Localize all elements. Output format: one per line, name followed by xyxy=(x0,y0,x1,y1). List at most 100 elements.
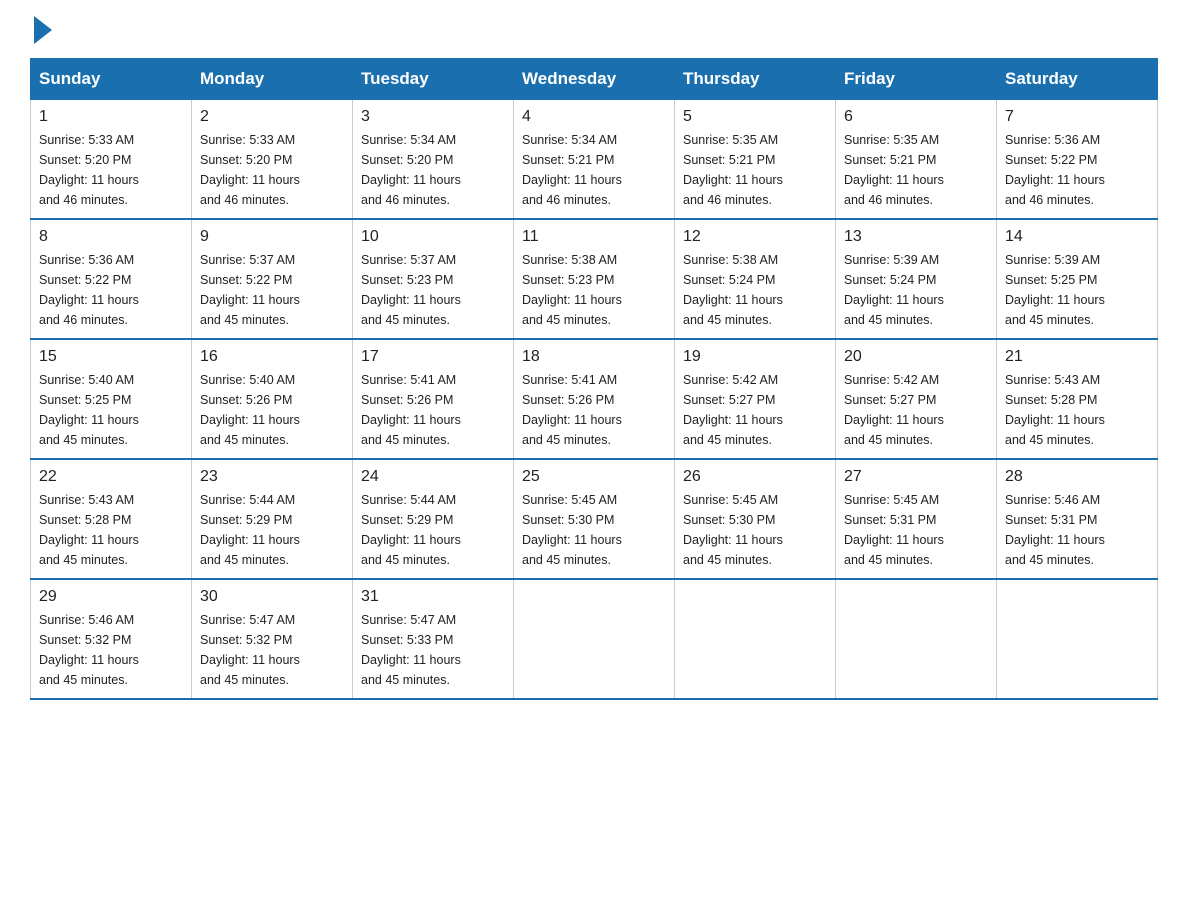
calendar-cell: 3 Sunrise: 5:34 AM Sunset: 5:20 PM Dayli… xyxy=(353,100,514,220)
day-info: Sunrise: 5:41 AM Sunset: 5:26 PM Dayligh… xyxy=(522,370,666,450)
calendar-cell: 28 Sunrise: 5:46 AM Sunset: 5:31 PM Dayl… xyxy=(997,459,1158,579)
day-info: Sunrise: 5:36 AM Sunset: 5:22 PM Dayligh… xyxy=(39,250,183,330)
day-info: Sunrise: 5:46 AM Sunset: 5:31 PM Dayligh… xyxy=(1005,490,1149,570)
day-number: 5 xyxy=(683,108,827,126)
calendar-cell: 15 Sunrise: 5:40 AM Sunset: 5:25 PM Dayl… xyxy=(31,339,192,459)
calendar-table: SundayMondayTuesdayWednesdayThursdayFrid… xyxy=(30,58,1158,700)
day-number: 11 xyxy=(522,228,666,246)
day-number: 26 xyxy=(683,468,827,486)
day-number: 20 xyxy=(844,348,988,366)
day-number: 9 xyxy=(200,228,344,246)
calendar-cell: 1 Sunrise: 5:33 AM Sunset: 5:20 PM Dayli… xyxy=(31,100,192,220)
calendar-cell: 12 Sunrise: 5:38 AM Sunset: 5:24 PM Dayl… xyxy=(675,219,836,339)
header-tuesday: Tuesday xyxy=(353,59,514,100)
calendar-cell xyxy=(836,579,997,699)
calendar-cell: 27 Sunrise: 5:45 AM Sunset: 5:31 PM Dayl… xyxy=(836,459,997,579)
calendar-cell: 10 Sunrise: 5:37 AM Sunset: 5:23 PM Dayl… xyxy=(353,219,514,339)
day-info: Sunrise: 5:44 AM Sunset: 5:29 PM Dayligh… xyxy=(200,490,344,570)
week-row-4: 22 Sunrise: 5:43 AM Sunset: 5:28 PM Dayl… xyxy=(31,459,1158,579)
calendar-cell: 20 Sunrise: 5:42 AM Sunset: 5:27 PM Dayl… xyxy=(836,339,997,459)
header-friday: Friday xyxy=(836,59,997,100)
day-number: 16 xyxy=(200,348,344,366)
day-number: 24 xyxy=(361,468,505,486)
calendar-cell xyxy=(675,579,836,699)
logo xyxy=(30,20,52,38)
day-info: Sunrise: 5:46 AM Sunset: 5:32 PM Dayligh… xyxy=(39,610,183,690)
day-number: 21 xyxy=(1005,348,1149,366)
calendar-cell: 31 Sunrise: 5:47 AM Sunset: 5:33 PM Dayl… xyxy=(353,579,514,699)
calendar-cell: 17 Sunrise: 5:41 AM Sunset: 5:26 PM Dayl… xyxy=(353,339,514,459)
calendar-cell: 6 Sunrise: 5:35 AM Sunset: 5:21 PM Dayli… xyxy=(836,100,997,220)
calendar-cell: 29 Sunrise: 5:46 AM Sunset: 5:32 PM Dayl… xyxy=(31,579,192,699)
day-number: 3 xyxy=(361,108,505,126)
calendar-cell: 24 Sunrise: 5:44 AM Sunset: 5:29 PM Dayl… xyxy=(353,459,514,579)
day-number: 7 xyxy=(1005,108,1149,126)
header-sunday: Sunday xyxy=(31,59,192,100)
calendar-cell: 4 Sunrise: 5:34 AM Sunset: 5:21 PM Dayli… xyxy=(514,100,675,220)
calendar-cell: 23 Sunrise: 5:44 AM Sunset: 5:29 PM Dayl… xyxy=(192,459,353,579)
day-info: Sunrise: 5:43 AM Sunset: 5:28 PM Dayligh… xyxy=(39,490,183,570)
day-number: 30 xyxy=(200,588,344,606)
day-info: Sunrise: 5:36 AM Sunset: 5:22 PM Dayligh… xyxy=(1005,130,1149,210)
day-number: 13 xyxy=(844,228,988,246)
calendar-cell: 14 Sunrise: 5:39 AM Sunset: 5:25 PM Dayl… xyxy=(997,219,1158,339)
week-row-1: 1 Sunrise: 5:33 AM Sunset: 5:20 PM Dayli… xyxy=(31,100,1158,220)
day-number: 23 xyxy=(200,468,344,486)
day-number: 22 xyxy=(39,468,183,486)
calendar-cell: 5 Sunrise: 5:35 AM Sunset: 5:21 PM Dayli… xyxy=(675,100,836,220)
logo-arrow-icon xyxy=(34,16,52,44)
day-info: Sunrise: 5:45 AM Sunset: 5:30 PM Dayligh… xyxy=(522,490,666,570)
calendar-cell xyxy=(514,579,675,699)
day-info: Sunrise: 5:40 AM Sunset: 5:26 PM Dayligh… xyxy=(200,370,344,450)
day-number: 14 xyxy=(1005,228,1149,246)
calendar-cell xyxy=(997,579,1158,699)
day-number: 4 xyxy=(522,108,666,126)
day-number: 12 xyxy=(683,228,827,246)
day-info: Sunrise: 5:45 AM Sunset: 5:30 PM Dayligh… xyxy=(683,490,827,570)
day-info: Sunrise: 5:45 AM Sunset: 5:31 PM Dayligh… xyxy=(844,490,988,570)
calendar-cell: 25 Sunrise: 5:45 AM Sunset: 5:30 PM Dayl… xyxy=(514,459,675,579)
calendar-cell: 11 Sunrise: 5:38 AM Sunset: 5:23 PM Dayl… xyxy=(514,219,675,339)
day-info: Sunrise: 5:38 AM Sunset: 5:24 PM Dayligh… xyxy=(683,250,827,330)
calendar-cell: 9 Sunrise: 5:37 AM Sunset: 5:22 PM Dayli… xyxy=(192,219,353,339)
day-info: Sunrise: 5:40 AM Sunset: 5:25 PM Dayligh… xyxy=(39,370,183,450)
header-wednesday: Wednesday xyxy=(514,59,675,100)
header-saturday: Saturday xyxy=(997,59,1158,100)
day-info: Sunrise: 5:39 AM Sunset: 5:24 PM Dayligh… xyxy=(844,250,988,330)
header-thursday: Thursday xyxy=(675,59,836,100)
day-info: Sunrise: 5:42 AM Sunset: 5:27 PM Dayligh… xyxy=(844,370,988,450)
calendar-cell: 8 Sunrise: 5:36 AM Sunset: 5:22 PM Dayli… xyxy=(31,219,192,339)
calendar-cell: 18 Sunrise: 5:41 AM Sunset: 5:26 PM Dayl… xyxy=(514,339,675,459)
day-info: Sunrise: 5:41 AM Sunset: 5:26 PM Dayligh… xyxy=(361,370,505,450)
day-number: 25 xyxy=(522,468,666,486)
calendar-cell: 7 Sunrise: 5:36 AM Sunset: 5:22 PM Dayli… xyxy=(997,100,1158,220)
week-row-3: 15 Sunrise: 5:40 AM Sunset: 5:25 PM Dayl… xyxy=(31,339,1158,459)
day-number: 10 xyxy=(361,228,505,246)
day-info: Sunrise: 5:42 AM Sunset: 5:27 PM Dayligh… xyxy=(683,370,827,450)
day-info: Sunrise: 5:43 AM Sunset: 5:28 PM Dayligh… xyxy=(1005,370,1149,450)
day-info: Sunrise: 5:33 AM Sunset: 5:20 PM Dayligh… xyxy=(39,130,183,210)
calendar-cell: 2 Sunrise: 5:33 AM Sunset: 5:20 PM Dayli… xyxy=(192,100,353,220)
day-number: 29 xyxy=(39,588,183,606)
day-info: Sunrise: 5:35 AM Sunset: 5:21 PM Dayligh… xyxy=(683,130,827,210)
calendar-cell: 26 Sunrise: 5:45 AM Sunset: 5:30 PM Dayl… xyxy=(675,459,836,579)
day-number: 17 xyxy=(361,348,505,366)
day-info: Sunrise: 5:37 AM Sunset: 5:23 PM Dayligh… xyxy=(361,250,505,330)
day-info: Sunrise: 5:38 AM Sunset: 5:23 PM Dayligh… xyxy=(522,250,666,330)
day-number: 19 xyxy=(683,348,827,366)
day-info: Sunrise: 5:39 AM Sunset: 5:25 PM Dayligh… xyxy=(1005,250,1149,330)
day-number: 2 xyxy=(200,108,344,126)
day-number: 1 xyxy=(39,108,183,126)
day-number: 18 xyxy=(522,348,666,366)
day-number: 31 xyxy=(361,588,505,606)
day-number: 8 xyxy=(39,228,183,246)
day-number: 27 xyxy=(844,468,988,486)
day-info: Sunrise: 5:34 AM Sunset: 5:21 PM Dayligh… xyxy=(522,130,666,210)
calendar-header-row: SundayMondayTuesdayWednesdayThursdayFrid… xyxy=(31,59,1158,100)
week-row-5: 29 Sunrise: 5:46 AM Sunset: 5:32 PM Dayl… xyxy=(31,579,1158,699)
calendar-cell: 30 Sunrise: 5:47 AM Sunset: 5:32 PM Dayl… xyxy=(192,579,353,699)
calendar-cell: 13 Sunrise: 5:39 AM Sunset: 5:24 PM Dayl… xyxy=(836,219,997,339)
week-row-2: 8 Sunrise: 5:36 AM Sunset: 5:22 PM Dayli… xyxy=(31,219,1158,339)
calendar-cell: 21 Sunrise: 5:43 AM Sunset: 5:28 PM Dayl… xyxy=(997,339,1158,459)
page-header xyxy=(30,20,1158,38)
